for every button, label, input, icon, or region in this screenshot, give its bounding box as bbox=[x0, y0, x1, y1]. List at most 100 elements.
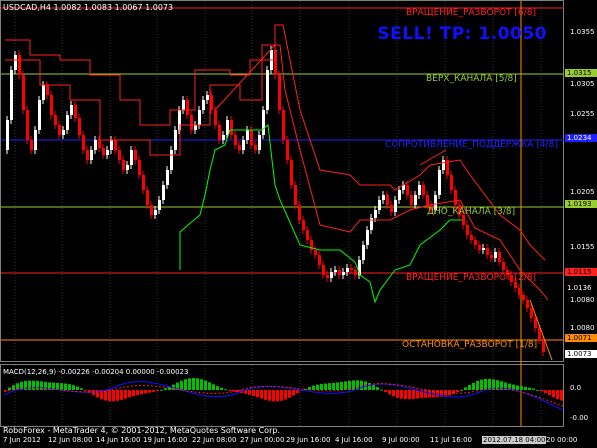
level-price-tag: 1.0315 bbox=[565, 69, 597, 77]
macd-bar bbox=[92, 390, 95, 396]
price-tick: 1.0136 bbox=[565, 284, 597, 292]
candle-body bbox=[118, 150, 121, 160]
candle-body bbox=[218, 125, 221, 140]
candle-body bbox=[530, 308, 533, 318]
time-tick: 19 Jun 16:00 bbox=[143, 436, 188, 444]
macd-bar bbox=[396, 390, 399, 398]
macd-bar bbox=[76, 386, 79, 390]
level-label-4-8: СОПРОТИВЛЕНИЕ_ПОДДЕРЖКА [4/8] bbox=[385, 140, 558, 150]
macd-bar bbox=[536, 389, 539, 391]
macd-bar bbox=[324, 383, 327, 390]
candle-body bbox=[350, 268, 353, 270]
candle-body bbox=[58, 125, 61, 135]
macd-bar bbox=[204, 380, 207, 390]
candle-body bbox=[366, 230, 369, 245]
candle-body bbox=[70, 105, 73, 115]
candle-body bbox=[286, 140, 289, 160]
candle-body bbox=[30, 140, 33, 150]
macd-bar bbox=[192, 378, 195, 390]
price-tick: 1.0155 bbox=[570, 243, 595, 251]
time-tick: 9 Jul 00:00 bbox=[382, 436, 420, 444]
candle-body bbox=[346, 268, 349, 272]
candle-body bbox=[10, 70, 13, 120]
candle-body bbox=[478, 245, 481, 250]
candle-body bbox=[114, 140, 117, 150]
candle-body bbox=[334, 270, 337, 272]
candle-body bbox=[250, 130, 253, 145]
candle-body bbox=[414, 195, 417, 205]
macd-bar bbox=[332, 382, 335, 390]
trend-line bbox=[529, 299, 553, 361]
macd-bar bbox=[520, 386, 523, 390]
candle-body bbox=[90, 150, 93, 160]
candle-body bbox=[494, 252, 497, 258]
macd-bar bbox=[68, 384, 71, 390]
footer-text: RoboForex - MetaTrader 4, © 2001-2012, M… bbox=[3, 426, 280, 435]
macd-bar bbox=[408, 390, 411, 400]
macd-bar bbox=[56, 382, 59, 390]
level-price-tag: 1.0193 bbox=[565, 200, 597, 208]
macd-bar bbox=[388, 390, 391, 395]
price-pane-border bbox=[0, 0, 564, 362]
macd-bar bbox=[296, 390, 299, 394]
macd-bar bbox=[80, 388, 83, 390]
candle-body bbox=[102, 148, 105, 155]
macd-bar bbox=[476, 380, 479, 390]
candle-body bbox=[22, 75, 25, 110]
macd-bar bbox=[336, 382, 339, 390]
macd-bar bbox=[164, 388, 167, 390]
current-price-tag: 1.0073 bbox=[565, 350, 597, 358]
level-price-tag: 1.0115 bbox=[565, 268, 597, 276]
macd-bar bbox=[152, 390, 155, 392]
candle-body bbox=[142, 175, 145, 190]
candle-body bbox=[166, 170, 169, 185]
macd-bar bbox=[264, 390, 267, 400]
candle-body bbox=[518, 288, 521, 295]
price-chart[interactable] bbox=[0, 0, 597, 448]
candle-body bbox=[318, 255, 321, 265]
candle-body bbox=[526, 300, 529, 308]
macd-bar bbox=[144, 390, 147, 394]
candle-body bbox=[54, 115, 57, 125]
candle-body bbox=[390, 205, 393, 212]
candle-body bbox=[450, 175, 453, 190]
candle-body bbox=[502, 262, 505, 270]
time-tick: 11 Jul 16:00 bbox=[430, 436, 472, 444]
candle-body bbox=[94, 140, 97, 150]
candle-body bbox=[162, 185, 165, 200]
macd-bar bbox=[36, 380, 39, 390]
candle-body bbox=[246, 130, 249, 140]
macd-bar bbox=[124, 390, 127, 399]
level-label-2-8: ВРАЩЕНИЕ_РАЗВОРОТ [2/8] bbox=[406, 273, 536, 283]
candle-body bbox=[482, 248, 485, 250]
chart-window[interactable]: USDCAD,H4 1.0082 1.0083 1.0067 1.0073 SE… bbox=[0, 0, 597, 448]
macd-bar bbox=[400, 390, 403, 399]
time-tick: 22 Jun 08:00 bbox=[192, 436, 237, 444]
macd-bar bbox=[64, 383, 67, 390]
macd-bar bbox=[4, 390, 7, 391]
candle-body bbox=[186, 100, 189, 115]
candle-body bbox=[426, 195, 429, 205]
candle-body bbox=[534, 318, 537, 328]
candle-body bbox=[150, 205, 153, 215]
macd-bar bbox=[72, 385, 75, 390]
time-tick: 14 Jun 16:00 bbox=[96, 436, 141, 444]
macd-tick: -0.00 bbox=[570, 414, 589, 422]
macd-bar bbox=[560, 390, 563, 401]
candle-body bbox=[242, 140, 245, 150]
macd-bar bbox=[120, 390, 123, 400]
macd-bar bbox=[280, 390, 283, 401]
macd-tick: 0.0 bbox=[570, 384, 582, 392]
macd-bar bbox=[544, 390, 547, 394]
candle-body bbox=[190, 115, 193, 130]
macd-bar bbox=[548, 390, 551, 396]
macd-bar bbox=[340, 381, 343, 390]
level-price-tag: 1.0234 bbox=[565, 134, 597, 142]
macd-bar bbox=[200, 379, 203, 390]
candle-body bbox=[154, 210, 157, 215]
candle-body bbox=[158, 200, 161, 210]
macd-bar bbox=[524, 386, 527, 390]
candle-body bbox=[198, 110, 201, 125]
candle-body bbox=[262, 110, 265, 135]
macd-bar bbox=[140, 390, 143, 395]
